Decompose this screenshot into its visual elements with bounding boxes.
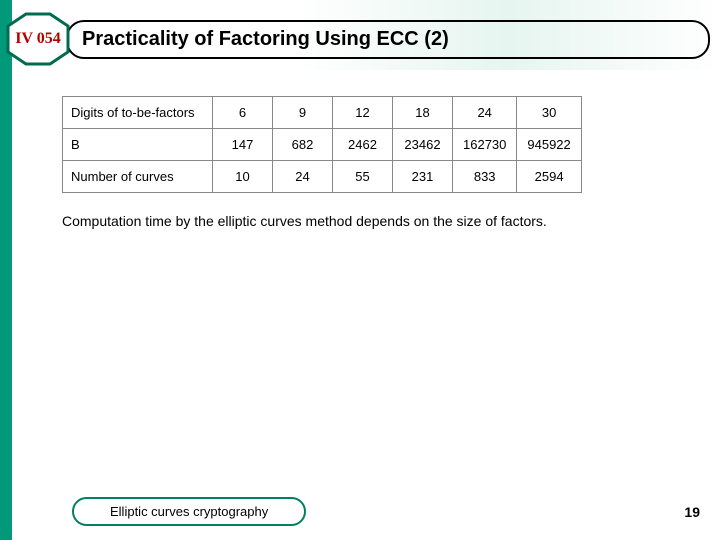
caption-text: Computation time by the elliptic curves … xyxy=(62,213,700,229)
table-cell: 12 xyxy=(333,97,393,129)
table-cell: 833 xyxy=(453,161,517,193)
table-cell: 6 xyxy=(213,97,273,129)
table-cell: 2462 xyxy=(333,129,393,161)
slide-header: IV 054 Practicality of Factoring Using E… xyxy=(12,0,720,66)
table-cell: 9 xyxy=(273,97,333,129)
badge-code: IV 054 xyxy=(15,30,61,48)
table-cell: 23462 xyxy=(393,129,453,161)
table-row: Number of curves 10 24 55 231 833 2594 xyxy=(63,161,582,193)
data-table: Digits of to-be-factors 6 9 12 18 24 30 … xyxy=(62,96,582,193)
footer-label: Elliptic curves cryptography xyxy=(72,497,306,526)
table-row: Digits of to-be-factors 6 9 12 18 24 30 xyxy=(63,97,582,129)
table-cell: 682 xyxy=(273,129,333,161)
table-cell: 147 xyxy=(213,129,273,161)
page-number: 19 xyxy=(684,504,700,520)
table-cell: 30 xyxy=(517,97,581,129)
table-cell: 55 xyxy=(333,161,393,193)
table-cell: 10 xyxy=(213,161,273,193)
table-cell: 24 xyxy=(273,161,333,193)
table-cell: 18 xyxy=(393,97,453,129)
table-cell: 945922 xyxy=(517,129,581,161)
table-row: B 147 682 2462 23462 162730 945922 xyxy=(63,129,582,161)
table-cell: 231 xyxy=(393,161,453,193)
slide-badge: IV 054 xyxy=(6,12,70,66)
table-cell: 24 xyxy=(453,97,517,129)
slide-content: Digits of to-be-factors 6 9 12 18 24 30 … xyxy=(12,66,720,229)
title-container: Practicality of Factoring Using ECC (2) xyxy=(66,20,710,59)
table-cell: 2594 xyxy=(517,161,581,193)
row-label: Number of curves xyxy=(63,161,213,193)
table-cell: 162730 xyxy=(453,129,517,161)
row-label: B xyxy=(63,129,213,161)
page-title: Practicality of Factoring Using ECC (2) xyxy=(82,28,694,51)
slide-footer: Elliptic curves cryptography 19 xyxy=(72,497,700,526)
row-label: Digits of to-be-factors xyxy=(63,97,213,129)
